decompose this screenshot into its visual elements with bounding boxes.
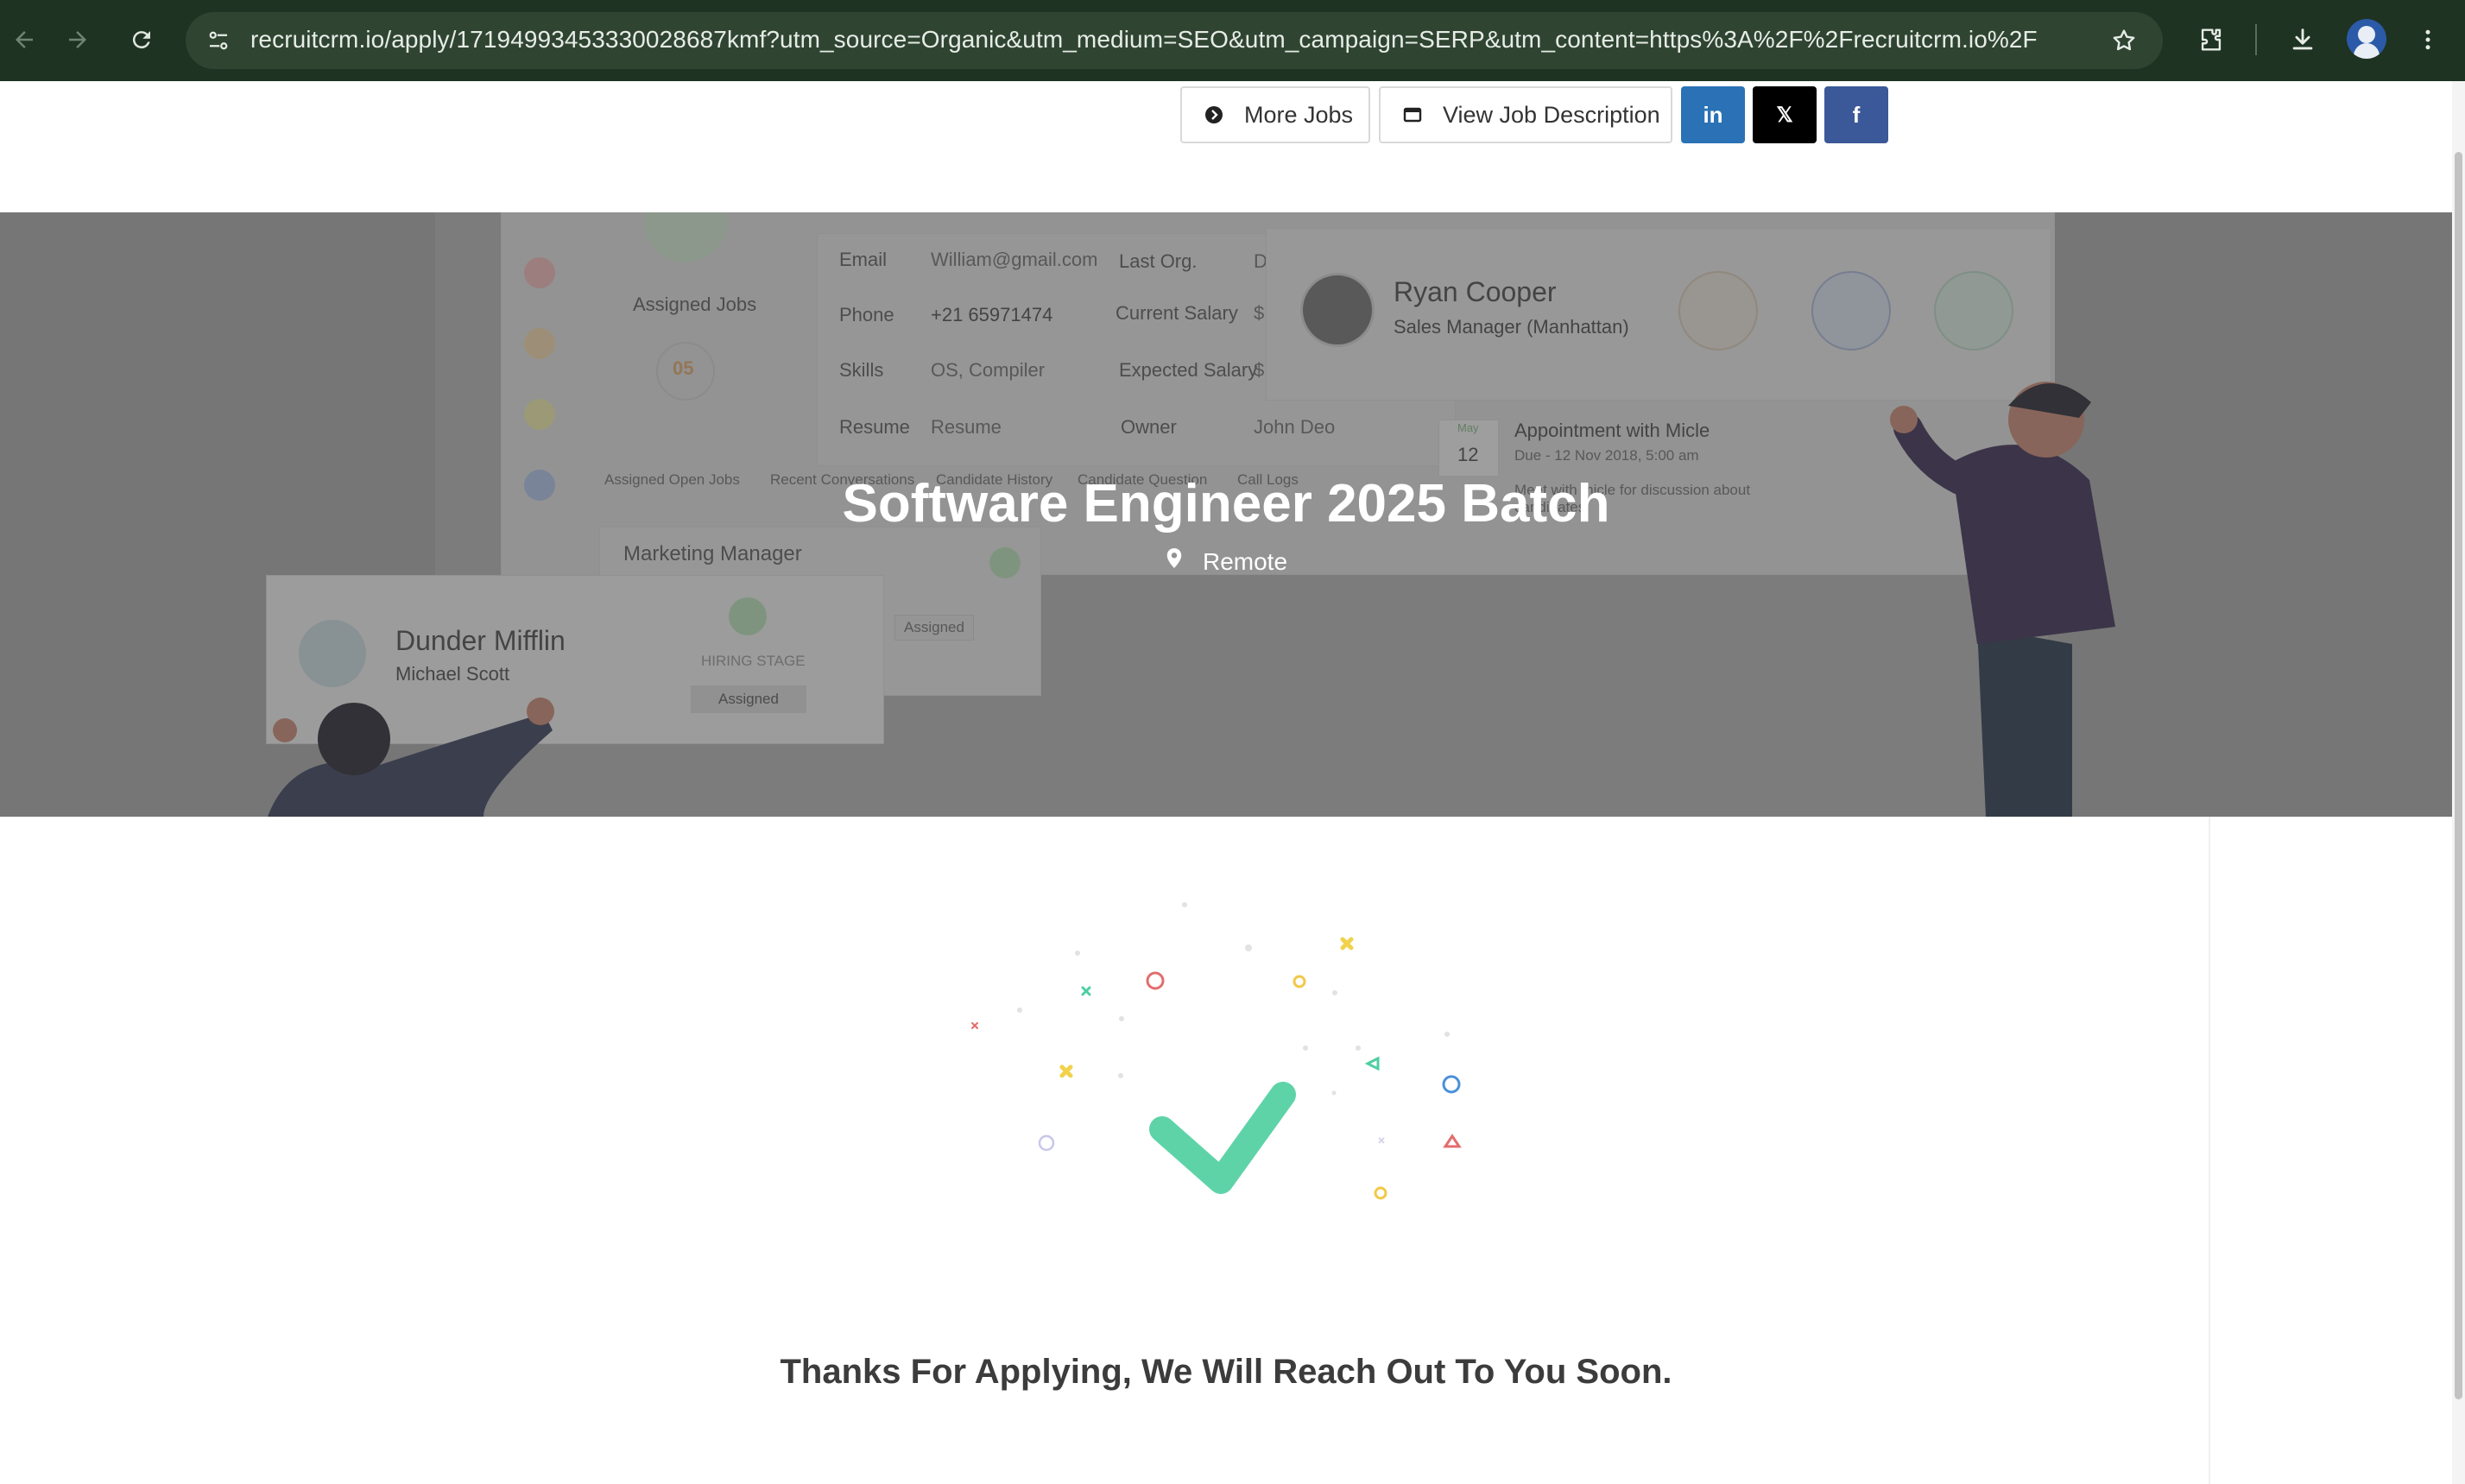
profile-avatar[interactable] — [2347, 19, 2386, 59]
linkedin-icon: in — [1703, 101, 1723, 128]
more-menu-icon[interactable] — [2407, 19, 2449, 60]
facebook-share-button[interactable]: f — [1824, 86, 1888, 143]
browser-toolbar: recruitcrm.io/apply/17194993453330028687… — [0, 0, 2465, 81]
more-jobs-button[interactable]: More Jobs — [1180, 86, 1370, 143]
job-location-label: Remote — [1202, 547, 1288, 575]
extensions-icon[interactable] — [2190, 19, 2232, 60]
arrow-circle-right-icon — [1203, 104, 1225, 126]
url-text[interactable]: recruitcrm.io/apply/17194993453330028687… — [250, 26, 2038, 54]
back-arrow-icon[interactable] — [0, 16, 48, 64]
forward-arrow-icon[interactable] — [54, 16, 102, 64]
page-scrollbar-thumb[interactable] — [2455, 152, 2462, 1399]
content-divider — [2209, 817, 2210, 1484]
location-pin-icon — [1165, 547, 1184, 576]
linkedin-share-button[interactable]: in — [1681, 86, 1745, 143]
job-title: Software Engineer 2025 Batch — [842, 474, 1610, 534]
job-location: Remote — [0, 547, 2452, 576]
view-job-description-button[interactable]: View Job Description — [1379, 86, 1672, 143]
reload-icon[interactable] — [117, 16, 166, 64]
x-icon: 𝕏 — [1776, 103, 1793, 127]
facebook-icon: f — [1852, 101, 1861, 128]
address-bar[interactable]: recruitcrm.io/apply/17194993453330028687… — [186, 12, 2163, 69]
job-hero-banner: Assigned Jobs 05 Email William@gmail.com… — [0, 212, 2452, 817]
document-icon — [1401, 104, 1424, 126]
site-settings-icon[interactable] — [201, 23, 236, 58]
bookmark-star-icon[interactable] — [2107, 23, 2141, 58]
success-confetti-illustration — [971, 902, 1462, 1200]
confirmation-message: Thanks For Applying, We Will Reach Out T… — [780, 1353, 1672, 1391]
toolbar-divider — [2255, 24, 2257, 55]
view-job-description-label: View Job Description — [1443, 101, 1660, 128]
x-share-button[interactable]: 𝕏 — [1753, 86, 1817, 143]
downloads-icon[interactable] — [2282, 19, 2323, 60]
more-jobs-label: More Jobs — [1244, 101, 1354, 128]
